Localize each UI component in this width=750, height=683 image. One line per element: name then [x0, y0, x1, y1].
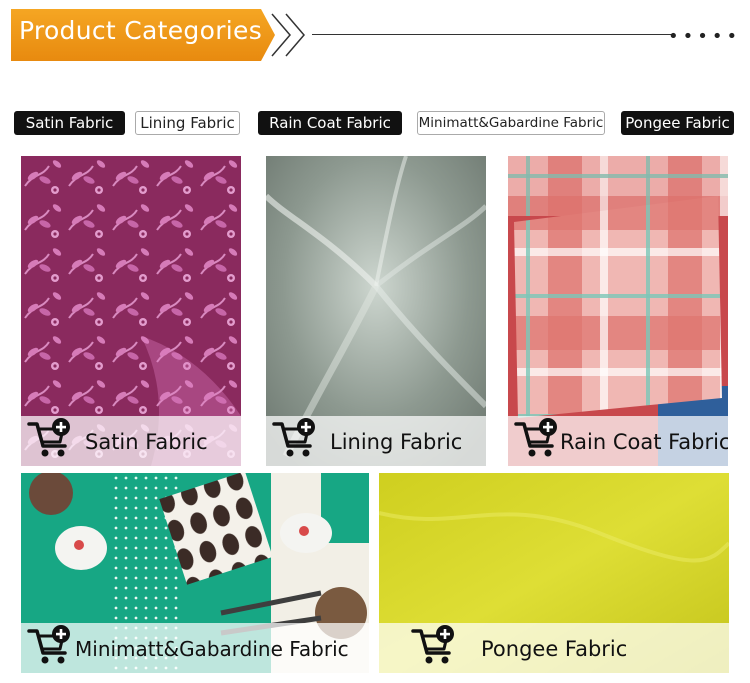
tile-label: Minimatt&Gabardine Fabric — [75, 637, 349, 661]
cart-plus-icon[interactable] — [272, 418, 318, 458]
tile-label: Pongee Fabric — [481, 637, 628, 661]
product-tile-minimatt[interactable]: Minimatt&Gabardine Fabric — [21, 473, 369, 673]
cart-plus-icon[interactable] — [27, 625, 73, 665]
divider-line — [312, 34, 672, 35]
chip-minimatt-gabardine-fabric[interactable]: Minimatt&Gabardine Fabric — [417, 111, 605, 135]
chip-lining-fabric[interactable]: Lining Fabric — [135, 111, 240, 135]
dots-decoration: ••••• — [668, 26, 742, 47]
cart-plus-icon[interactable] — [27, 418, 73, 458]
product-tile-pongee[interactable]: Pongee Fabric — [379, 473, 729, 673]
chevron-right-icon — [271, 13, 305, 57]
cart-plus-icon[interactable] — [514, 418, 560, 458]
product-tile-raincoat[interactable]: Rain Coat Fabric — [508, 156, 728, 466]
product-tile-satin[interactable]: Satin Fabric — [21, 156, 241, 466]
tile-label: Lining Fabric — [330, 430, 463, 454]
page-title: Product Categories — [19, 16, 263, 45]
cart-plus-icon[interactable] — [411, 625, 457, 665]
chip-pongee-fabric[interactable]: Pongee Fabric — [621, 111, 734, 135]
chip-satin-fabric[interactable]: Satin Fabric — [14, 111, 125, 135]
tile-label: Rain Coat Fabric — [560, 430, 728, 454]
tile-label: Satin Fabric — [85, 430, 208, 454]
chip-rain-coat-fabric[interactable]: Rain Coat Fabric — [258, 111, 402, 135]
product-tile-lining[interactable]: Lining Fabric — [266, 156, 486, 466]
